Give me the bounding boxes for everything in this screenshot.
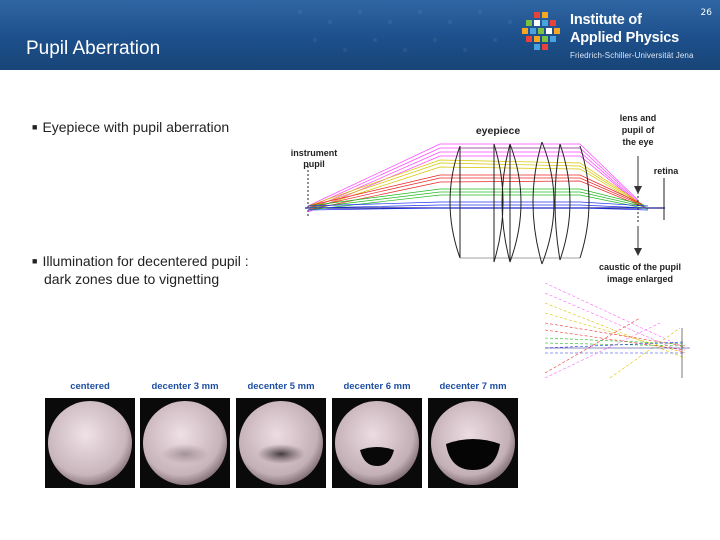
bullet-illumination: ■ Illumination for decentered pupil : — [32, 252, 249, 273]
caption-decenter-7: decenter 7 mm — [439, 381, 507, 392]
pupil-image-decenter-7 — [428, 398, 518, 488]
pupil-disc — [48, 401, 132, 485]
caption-centered: centered — [70, 381, 110, 392]
pupil-image-decenter-5 — [236, 398, 326, 488]
pupil-image-decenter-3 — [140, 398, 230, 488]
logo-text-line1: Institute of — [570, 12, 642, 28]
pupil-image-centered — [45, 398, 135, 488]
label-pupil: pupil — [303, 159, 325, 169]
label-lens-and: lens and — [620, 113, 657, 123]
caption-decenter-6: decenter 6 mm — [343, 381, 411, 392]
bullet-text: Eyepiece with pupil aberration — [42, 119, 230, 135]
caustic-arrow-head-icon — [634, 248, 642, 256]
label-caustic: caustic of the pupil — [599, 262, 681, 272]
eyepiece-lens-group — [449, 141, 590, 265]
vignetting-zone — [161, 444, 209, 464]
page-number: 26 — [700, 8, 712, 18]
bullet-marker-icon: ■ — [32, 122, 38, 132]
bullet-text: Illumination for decentered pupil : — [42, 253, 249, 269]
caption-decenter-3: decenter 3 mm — [151, 381, 219, 392]
label-pupil-of: pupil of — [622, 125, 655, 135]
pupil-disc — [335, 401, 419, 485]
pupil-image-decenter-6 — [332, 398, 422, 488]
header-bar: Pupil Aberration 26 Institute of Applied… — [0, 0, 720, 70]
label-instrument: instrument — [291, 148, 338, 158]
label-image-enlarged: image enlarged — [607, 274, 673, 284]
ray-bundle-blue — [307, 201, 649, 211]
label-retina: retina — [654, 166, 680, 176]
bullet-continuation: dark zones due to vignetting — [44, 271, 220, 287]
logo-text-line3: Friedrich-Schiller-Universität Jena — [570, 51, 694, 60]
label-eyepiece: eyepiece — [476, 125, 521, 137]
label-the-eye: the eye — [622, 137, 653, 147]
lens-arrow-head-icon — [634, 186, 642, 194]
logo-text-line2: Applied Physics — [570, 30, 680, 46]
institute-logo-icon — [522, 12, 560, 50]
page-title: Pupil Aberration — [26, 38, 161, 59]
vignetting-zone — [257, 444, 305, 464]
bullet-marker-icon: ■ — [32, 256, 38, 266]
pupil-disc — [143, 401, 227, 485]
bullet-eyepiece: ■ Eyepiece with pupil aberration — [32, 118, 229, 139]
pupil-disc — [239, 401, 323, 485]
eyepiece-ray-diagram: eyepiece instrument pupil lens and pupil… — [291, 113, 690, 379]
caption-decenter-5: decenter 5 mm — [247, 381, 315, 392]
caustic-enlarged — [544, 282, 690, 379]
